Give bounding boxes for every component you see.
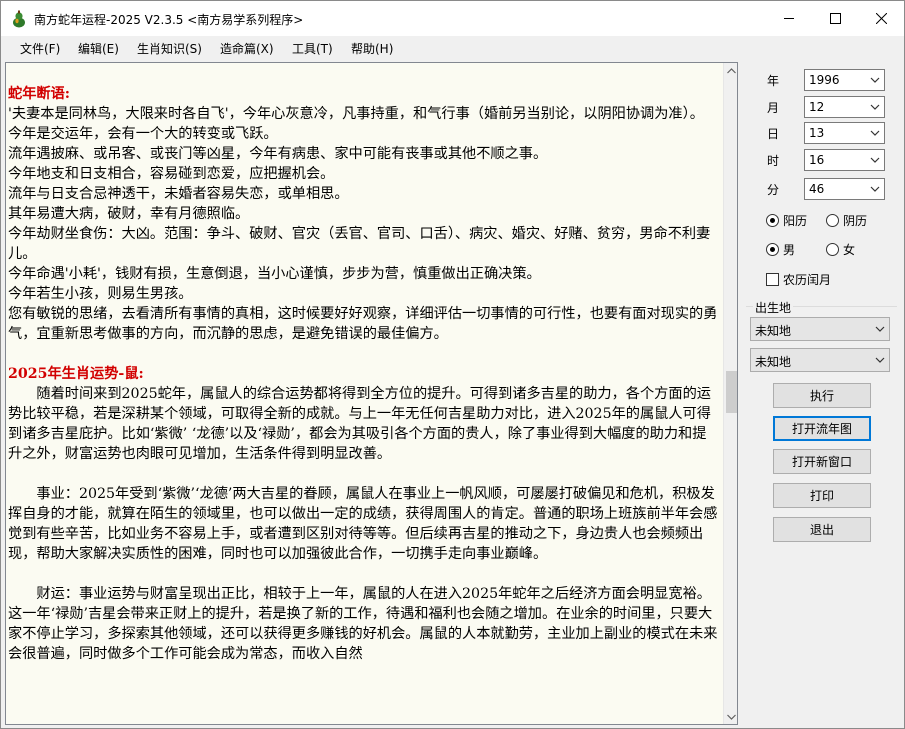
menu-edit[interactable]: 编辑(E) [78,40,119,57]
scroll-down-arrow[interactable] [724,709,737,724]
chevron-down-icon [727,714,736,720]
minute-select[interactable]: 46 [804,178,885,200]
window-title: 南方蛇年运程-2025 V2.3.5 <南方易学系列程序> [34,13,304,27]
scroll-thumb[interactable] [726,371,737,413]
solar-label: 阳历 [783,214,808,228]
birthplace-label: 出生地 [753,299,794,316]
menu-zodiac-knowledge[interactable]: 生肖知识(S) [137,40,202,57]
radio-indicator [826,214,839,227]
leap-month-checkbox[interactable]: 农历闰月 [766,271,831,288]
chevron-down-icon [869,100,881,114]
open-new-window-button[interactable]: 打开新窗口 [773,449,871,474]
female-label: 女 [843,243,856,257]
hour-select[interactable]: 16 [804,149,885,171]
execute-button[interactable]: 执行 [773,383,871,408]
day-select[interactable]: 13 [804,122,885,144]
text-line: 今年命遇'小耗'，钱财有损，生意倒退，当小心谨慎，步步为营，慎重做出正确决策。 [8,266,541,282]
leap-month-label: 农历闰月 [783,273,832,287]
year-value: 1996 [809,73,840,87]
year-label: 年 [767,74,780,88]
year-select[interactable]: 1996 [804,69,885,91]
title-bar: 南方蛇年运程-2025 V2.3.5 <南方易学系列程序> [1,1,904,36]
text-line: 今年是交运年，会有一个大的转变或飞跃。 [8,126,278,142]
day-label: 日 [767,127,780,141]
minimize-button[interactable] [766,1,812,36]
vertical-scrollbar[interactable] [723,63,737,724]
minute-value: 46 [809,182,825,196]
month-label: 月 [767,101,780,115]
fortune-text: 蛇年断语: '夫妻本是同林鸟，大限来时各自飞'，今年心灰意冷，凡事持重，和气行事… [8,84,720,664]
menu-help[interactable]: 帮助(H) [351,40,393,57]
chevron-down-icon [869,182,881,196]
hour-label: 时 [767,154,780,168]
male-radio[interactable]: 男 [766,241,795,258]
minimize-icon [783,18,794,19]
city-value: 未知地 [755,355,792,369]
chevron-up-icon [727,67,736,73]
paragraph-wealth: 财运：事业运势与财富呈现出正比，相较于上一年，属鼠的人在进入2025年蛇年之后经… [8,586,718,662]
text-line: 其年易遭大病，破财，幸有月德照临。 [8,206,250,222]
province-select[interactable]: 未知地 [750,317,890,341]
maximize-icon [829,13,841,24]
text-line: 您有敏锐的思绪，去看清所有事情的真相，这时候要好好观察，详细评估一切事情的可行性… [8,306,718,342]
text-line: '夫妻本是同林鸟，大限来时各自飞'，今年心灰意冷，凡事持重，和气行事（婚前另当别… [8,106,704,122]
hour-value: 16 [809,153,825,167]
text-line: 流年遇披麻、或吊客、或丧门等凶星，今年有病患、家中可能有丧事或其他不顺之事。 [8,146,548,162]
radio-indicator [766,243,779,256]
menu-fate-creation[interactable]: 造命篇(X) [220,40,274,57]
chevron-down-icon [874,353,886,367]
chevron-down-icon [869,126,881,140]
section-heading-rat-2025: 2025年生肖运势-鼠: [8,366,144,382]
text-line: 今年劫财坐食伤：大凶。范围：争斗、破财、官灾（丢官、官司、口舌）、病灾、婚灾、好… [8,226,711,262]
chevron-down-icon [869,73,881,87]
minute-label: 分 [767,183,780,197]
paragraph-general: 随着时间来到2025蛇年，属鼠人的综合运势都将得到全方位的提升。可得到诸多吉星的… [8,386,711,462]
print-button[interactable]: 打印 [773,483,871,508]
day-value: 13 [809,126,825,140]
app-window: 南方蛇年运程-2025 V2.3.5 <南方易学系列程序> 文件(F) 编辑(E… [0,0,905,729]
female-radio[interactable]: 女 [826,241,855,258]
scroll-up-arrow[interactable] [724,63,737,78]
month-value: 12 [809,100,825,114]
fortune-text-area[interactable]: 蛇年断语: '夫妻本是同林鸟，大限来时各自飞'，今年心灰意冷，凡事持重，和气行事… [5,62,738,725]
province-value: 未知地 [755,324,792,338]
checkbox-box [766,273,779,286]
radio-indicator [766,214,779,227]
menu-tools[interactable]: 工具(T) [292,40,333,57]
text-line: 今年若生小孩，则易生男孩。 [8,286,193,302]
gourd-icon [13,10,25,28]
male-label: 男 [783,243,796,257]
chevron-down-icon [874,322,886,336]
open-year-chart-button[interactable]: 打开流年图 [773,416,871,441]
solar-calendar-radio[interactable]: 阳历 [766,212,807,229]
section-heading-snake-year: 蛇年断语: [8,86,70,102]
paragraph-career: 事业：2025年受到‘紫微’‘龙德’两大吉星的眷顾，属鼠人在事业上一帆风顺，可屡… [8,486,718,562]
chevron-down-icon [869,153,881,167]
month-select[interactable]: 12 [804,96,885,118]
close-button[interactable] [858,1,904,36]
menu-file[interactable]: 文件(F) [20,40,60,57]
close-icon [875,13,887,24]
city-select[interactable]: 未知地 [750,348,890,372]
radio-indicator [826,243,839,256]
text-line: 今年地支和日支相合，容易碰到恋爱，应把握机会。 [8,166,335,182]
lunar-label: 阴历 [843,214,868,228]
lunar-calendar-radio[interactable]: 阴历 [826,212,867,229]
maximize-button[interactable] [812,1,858,36]
exit-button[interactable]: 退出 [773,517,871,542]
text-line: 流年与日支合忌神透干，未婚者容易失恋，或单相思。 [8,186,349,202]
menu-bar: 文件(F) 编辑(E) 生肖知识(S) 造命篇(X) 工具(T) 帮助(H) [1,36,904,59]
